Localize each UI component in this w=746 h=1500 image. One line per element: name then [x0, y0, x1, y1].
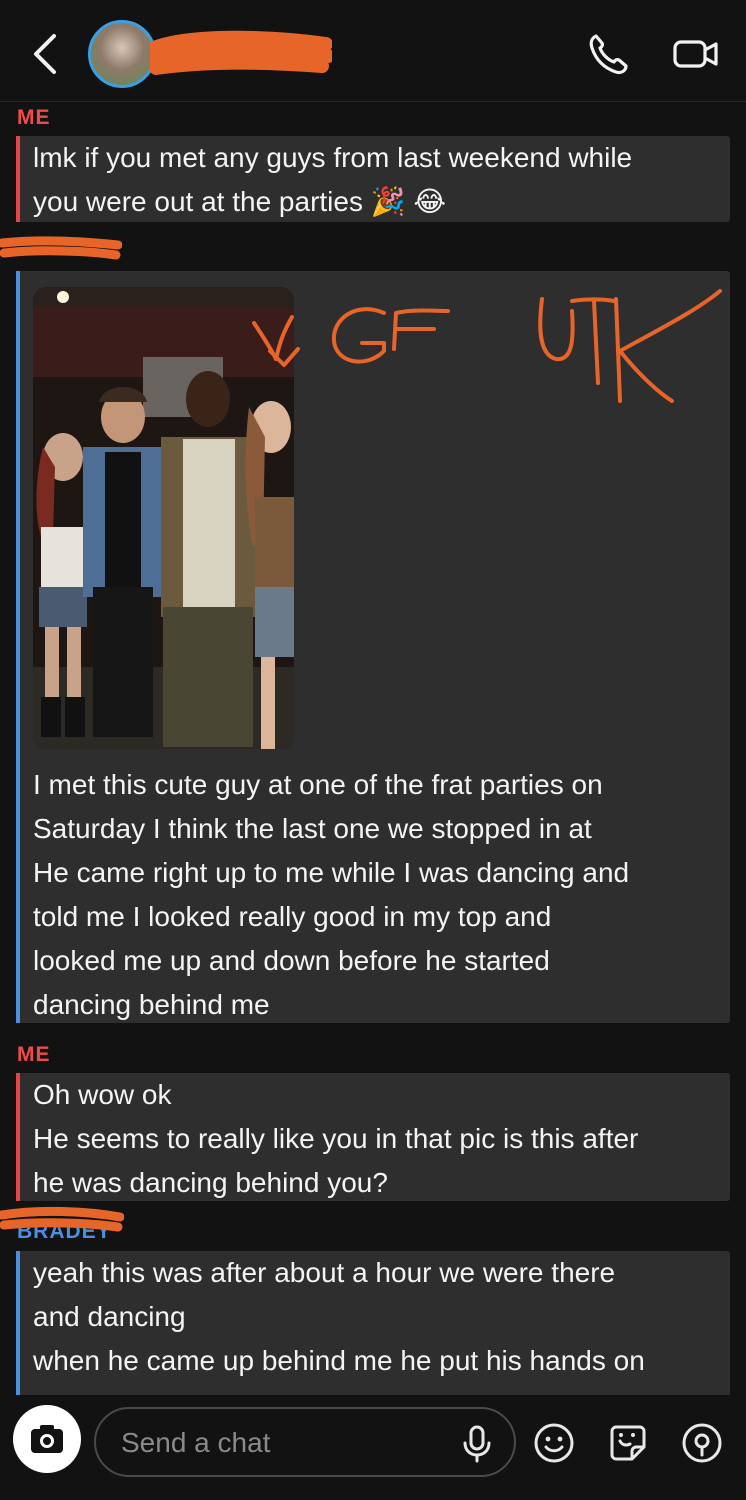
video-camera-icon[interactable] [672, 34, 720, 74]
avatar[interactable] [88, 20, 156, 88]
message-accent-bar [16, 136, 20, 222]
send-chat-input[interactable] [121, 1423, 451, 1463]
message-text: lmk if you met any guys from last weeken… [33, 136, 720, 224]
name-redaction [0, 236, 122, 260]
sticker-icon[interactable] [606, 1421, 650, 1465]
message-line: He seems to really like you in that pic … [33, 1123, 639, 1154]
name-redaction [0, 1206, 124, 1232]
microphone-icon[interactable] [460, 1425, 494, 1463]
message-line: I met this cute guy at one of the frat p… [33, 769, 603, 800]
location-pin-icon[interactable] [680, 1421, 724, 1465]
sender-label-me: ME [17, 1043, 51, 1066]
phone-icon[interactable] [586, 32, 630, 76]
message-line: Oh wow ok [33, 1079, 172, 1110]
message-text: yeah this was after about a hour we were… [33, 1251, 720, 1383]
message-bubble[interactable]: Oh wow ok He seems to really like you in… [16, 1073, 730, 1201]
message-line: when he came up behind me he put his han… [33, 1345, 645, 1376]
message-line: told me I looked really good in my top a… [33, 901, 552, 932]
message-line: He came right up to me while I was danci… [33, 857, 630, 888]
message-accent-bar [16, 1073, 20, 1201]
message-accent-bar [16, 271, 20, 1023]
message-line: Saturday I think the last one we stopped… [33, 813, 592, 844]
emoji-icon[interactable] [532, 1421, 576, 1465]
message-line: you were out at the parties 🎉 😂 [33, 186, 447, 217]
message-bubble[interactable]: lmk if you met any guys from last weeken… [16, 136, 730, 222]
message-line: and dancing [33, 1301, 186, 1332]
chat-composer [0, 1395, 746, 1500]
message-line: yeah this was after about a hour we were… [33, 1257, 616, 1288]
chat-input-field[interactable] [94, 1407, 516, 1477]
chevron-left-icon[interactable] [26, 30, 66, 78]
message-bubble[interactable]: I met this cute guy at one of the frat p… [16, 271, 730, 1023]
sender-label-me: ME [17, 106, 51, 129]
camera-button[interactable] [13, 1405, 81, 1473]
drawing-annotation [252, 289, 722, 403]
message-text: I met this cute guy at one of the frat p… [33, 763, 720, 1027]
camera-icon [31, 1425, 63, 1453]
message-line: he was dancing behind you? [33, 1167, 388, 1198]
message-line: lmk if you met any guys from last weeken… [33, 142, 633, 173]
message-text: Oh wow ok He seems to really like you in… [33, 1073, 720, 1205]
name-redaction [150, 30, 332, 75]
message-accent-bar [16, 1251, 20, 1395]
chat-messages[interactable]: ME lmk if you met any guys from last wee… [0, 103, 746, 1395]
chat-header [0, 0, 746, 102]
message-bubble[interactable]: yeah this was after about a hour we were… [16, 1251, 730, 1395]
message-line: dancing behind me [33, 989, 270, 1020]
message-line: looked me up and down before he started [33, 945, 550, 976]
